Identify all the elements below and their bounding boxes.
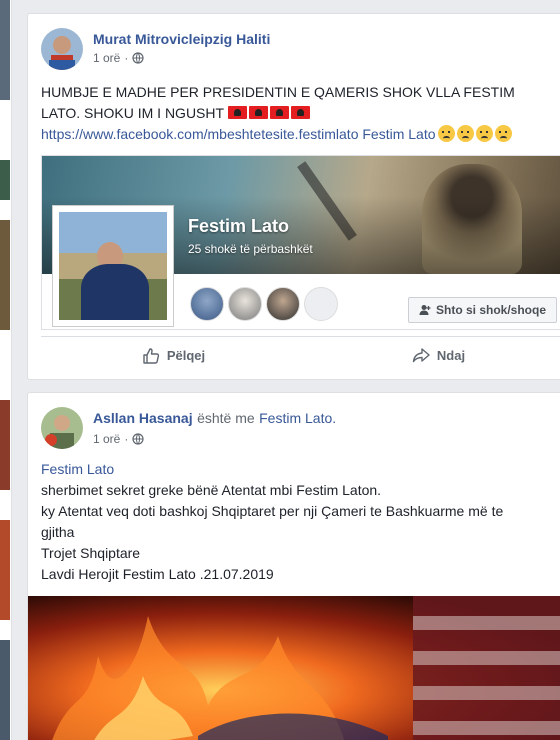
add-friend-button[interactable]: Shto si shok/shoqe <box>408 297 558 323</box>
avatar[interactable] <box>41 407 83 449</box>
post-text-line: Lavdi Herojit Festim Lato .21.07.2019 <box>41 566 274 582</box>
albanian-flag-icon <box>227 106 247 119</box>
crying-face-icon <box>437 125 455 142</box>
post-header: Asllan Hasanaj është me Festim Lato. 1 o… <box>41 407 336 449</box>
albanian-flag-icon <box>290 106 310 119</box>
author-name[interactable]: Asllan Hasanaj <box>93 410 193 426</box>
albanian-flag-icon <box>269 106 289 119</box>
author-name[interactable]: Murat Mitrovicleipzig Haliti <box>93 31 270 47</box>
mention-link[interactable]: Festim Lato <box>362 126 435 142</box>
post-text-line: ky Atentat veq doti bashkoj Shqiptaret p… <box>41 503 504 519</box>
left-sidebar-strip <box>0 0 12 740</box>
separator-dot: · <box>124 432 129 446</box>
sidebar-thumb[interactable] <box>0 640 10 740</box>
friend-avatar[interactable] <box>228 287 262 321</box>
crying-face-icon <box>475 125 493 142</box>
post-card: Asllan Hasanaj është me Festim Lato. 1 o… <box>27 392 560 740</box>
share-label: Ndaj <box>436 348 466 363</box>
add-friend-label: Shto si shok/shoqe <box>436 303 547 317</box>
avatar[interactable] <box>41 28 83 70</box>
globe-icon[interactable] <box>132 433 144 445</box>
like-button[interactable]: Pëlqej <box>41 337 306 374</box>
friend-avatar[interactable] <box>190 287 224 321</box>
sidebar-thumb[interactable] <box>0 220 10 330</box>
post-body: Festim Lato sherbimet sekret greke bënë … <box>41 459 560 585</box>
separator-dot: · <box>124 51 129 65</box>
post-text-line: HUMBJE E MADHE PER PRESIDENTIN E QAMERIS… <box>41 84 515 100</box>
post-actions: Pëlqej Ndaj <box>41 336 560 374</box>
share-icon <box>412 347 430 362</box>
post-text-line: Trojet Shqiptare <box>41 545 141 561</box>
profile-name[interactable]: Festim Lato <box>188 216 289 237</box>
mutual-friends-count[interactable]: 25 shokë të përbashkët <box>188 242 313 256</box>
post-card: Murat Mitrovicleipzig Haliti 1 orë · HUM… <box>27 13 560 380</box>
post-text-line: gjitha <box>41 524 75 540</box>
sidebar-thumb[interactable] <box>0 0 10 100</box>
mention-link[interactable]: Festim Lato <box>41 461 114 477</box>
mutual-friends-avatars <box>190 287 338 321</box>
sidebar-thumb[interactable] <box>0 400 10 490</box>
add-friend-icon <box>419 305 431 315</box>
sidebar-thumb[interactable] <box>0 160 10 200</box>
tagged-person-link[interactable]: Festim Lato. <box>259 410 336 426</box>
crying-face-icon <box>456 125 474 142</box>
post-image[interactable] <box>28 596 560 740</box>
friend-avatar[interactable] <box>304 287 338 321</box>
post-header: Murat Mitrovicleipzig Haliti 1 orë · <box>41 28 270 70</box>
tagged-with-text: është me <box>197 410 255 426</box>
like-icon <box>143 347 159 364</box>
post-text-line: LATO. SHOKU IM I NGUSHT <box>41 105 224 121</box>
globe-icon[interactable] <box>132 52 144 64</box>
albanian-flag-icon <box>248 106 268 119</box>
post-time[interactable]: 1 orë <box>93 51 120 65</box>
post-time[interactable]: 1 orë <box>93 432 120 446</box>
sidebar-thumb[interactable] <box>0 520 10 620</box>
like-label: Pëlqej <box>166 348 206 363</box>
crying-face-icon <box>494 125 512 142</box>
post-body: HUMBJE E MADHE PER PRESIDENTIN E QAMERIS… <box>41 82 560 145</box>
profile-preview[interactable]: Festim Lato 25 shokë të përbashkët Shto … <box>41 155 560 330</box>
profile-picture[interactable] <box>52 205 174 327</box>
post-url-link[interactable]: https://www.facebook.com/mbeshtetesite.f… <box>41 126 358 142</box>
share-button[interactable]: Ndaj <box>306 337 560 374</box>
post-text-line: sherbimet sekret greke bënë Atentat mbi … <box>41 482 382 498</box>
friend-avatar[interactable] <box>266 287 300 321</box>
